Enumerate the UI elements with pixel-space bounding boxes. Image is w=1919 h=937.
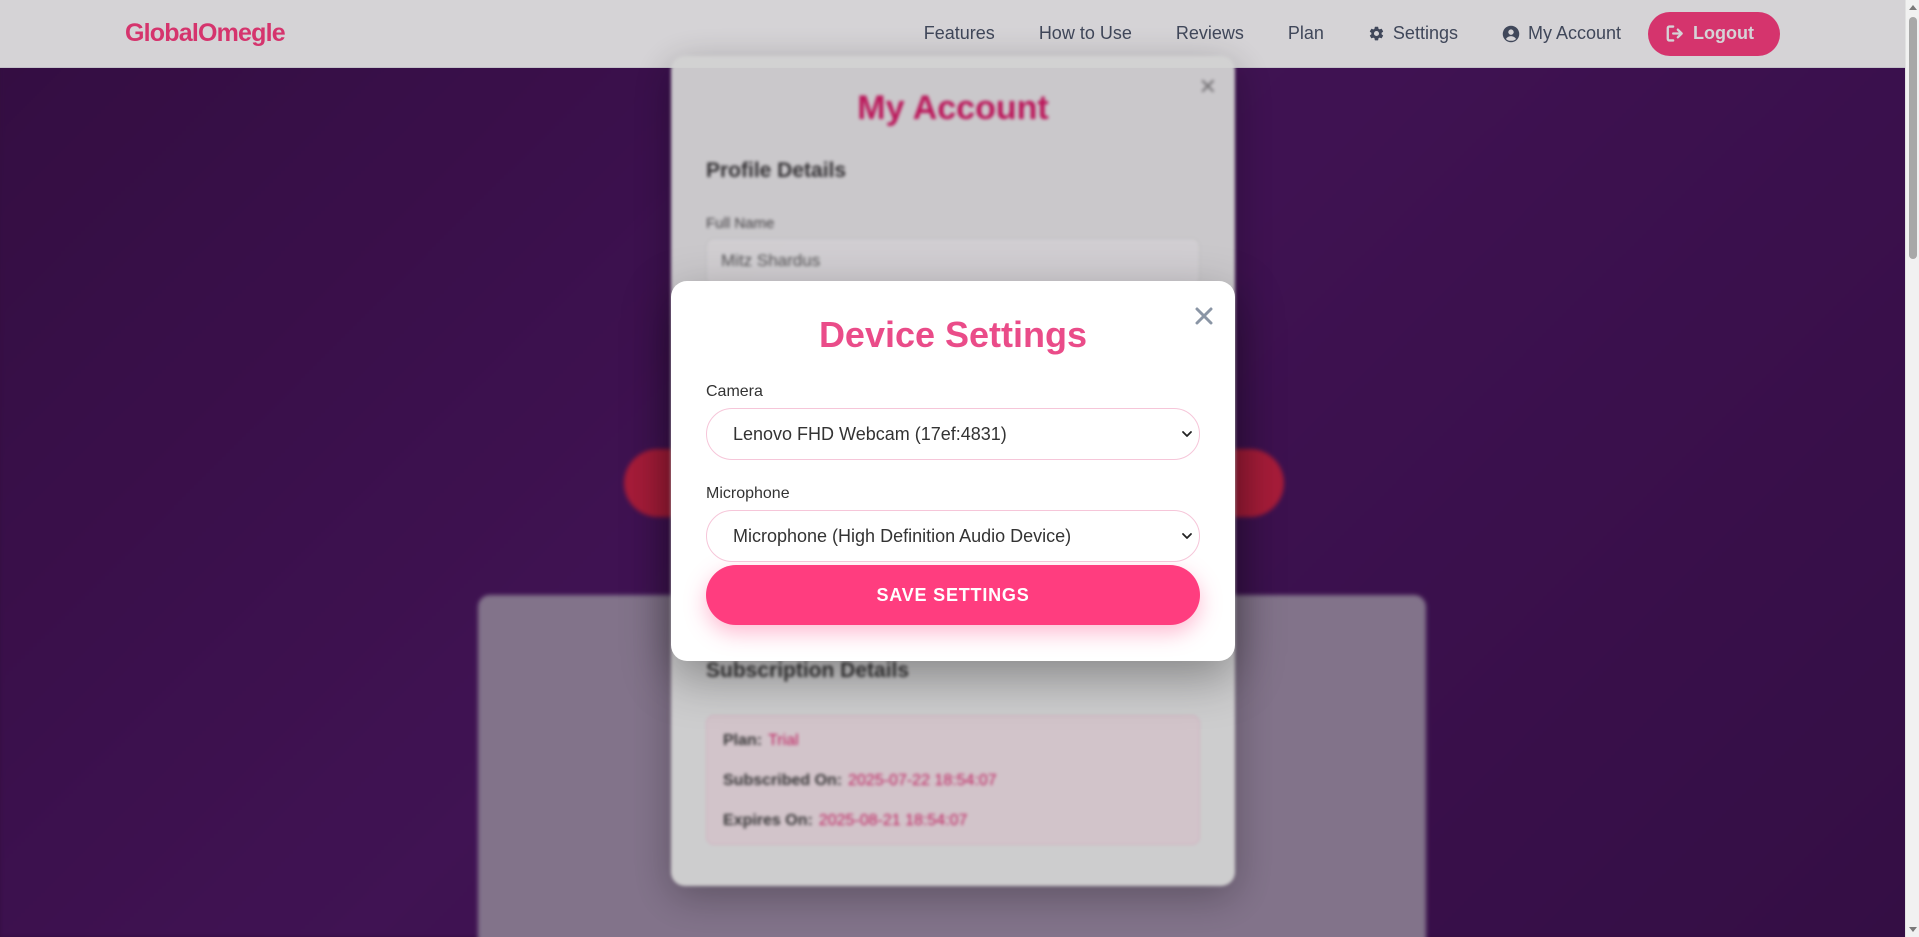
full-name-field[interactable]: Mitz Shardus (706, 238, 1200, 286)
chevron-down-icon (1182, 533, 1192, 539)
subscription-box: Plan: Trial Subscribed On: 2025-07-22 18:5… (706, 715, 1200, 845)
page-scrollbar[interactable] (1905, 0, 1919, 937)
subscription-heading: Subscription Details (706, 659, 910, 682)
close-icon (1195, 307, 1213, 325)
device-settings-title: Device Settings (818, 314, 1088, 355)
scroll-down-arrow-icon[interactable] (1909, 927, 1917, 932)
chevron-down-icon (1182, 431, 1192, 437)
scrollbar-thumb[interactable] (1909, 17, 1917, 259)
microphone-label: Microphone (706, 485, 790, 502)
subscribed-label: Subscribed On: (723, 772, 843, 789)
plan-value: Trial (768, 732, 799, 749)
camera-select-value: Lenovo FHD Webcam (17ef:4831) (733, 423, 1007, 444)
device-settings-modal: Device Settings Camera Lenovo FHD Webcam… (671, 281, 1235, 661)
scroll-up-arrow-icon[interactable] (1909, 5, 1917, 10)
microphone-select[interactable]: Microphone (High Definition Audio Device… (706, 510, 1200, 562)
account-modal-title: My Account (857, 89, 1049, 127)
close-button[interactable] (1189, 301, 1219, 331)
camera-select[interactable]: Lenovo FHD Webcam (17ef:4831) (706, 408, 1200, 460)
save-settings-button[interactable]: SAVE SETTINGS (706, 565, 1200, 625)
expires-row: Expires On: 2025-08-21 18:54:07 (723, 812, 967, 830)
subscribed-value: 2025-07-22 18:54:07 (848, 772, 997, 789)
microphone-select-value: Microphone (High Definition Audio Device… (733, 525, 1072, 546)
expires-value: 2025-08-21 18:54:07 (818, 812, 968, 829)
plan-row: Plan: Trial (723, 732, 799, 750)
subscribed-row: Subscribed On: 2025-07-22 18:54:07 (723, 772, 997, 790)
camera-label: Camera (706, 383, 763, 400)
profile-heading: Profile Details (706, 159, 847, 182)
expires-label: Expires On: (723, 812, 813, 829)
full-name-label: Full Name (706, 215, 775, 232)
plan-label: Plan: (723, 732, 763, 749)
